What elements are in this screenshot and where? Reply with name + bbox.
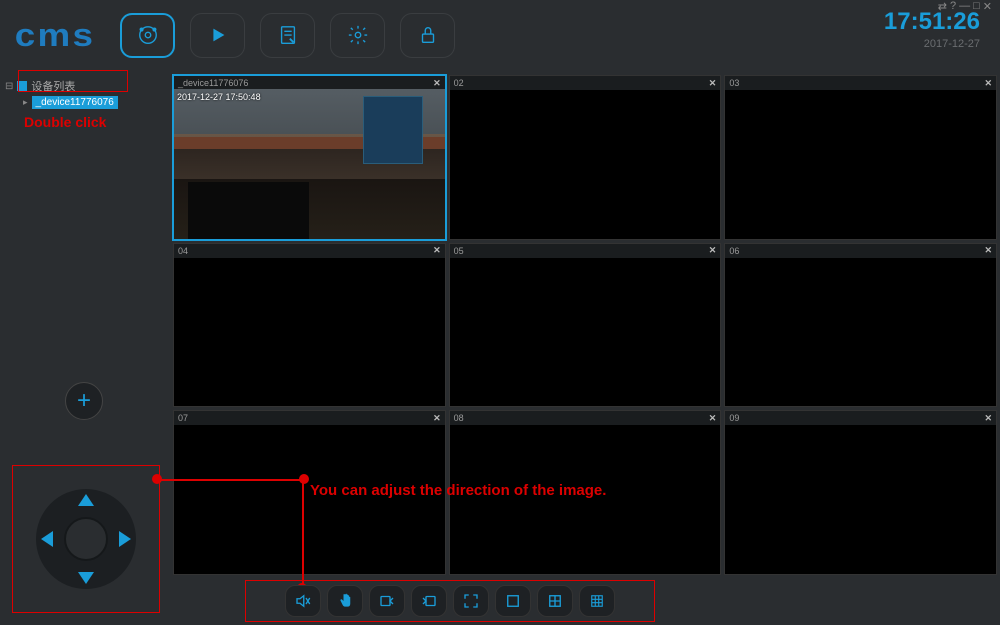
cell-label: 06	[729, 246, 739, 256]
annotation-line	[158, 479, 303, 481]
cell-label: _device11776076	[178, 78, 248, 88]
layout-4-button[interactable]	[537, 585, 573, 617]
fullscreen-button[interactable]	[453, 585, 489, 617]
layout-9-button[interactable]	[579, 585, 615, 617]
ptz-left-button[interactable]	[41, 531, 53, 547]
video-cell-3[interactable]: 03 ✕	[724, 75, 997, 240]
playback-button[interactable]	[190, 13, 245, 58]
hand-button[interactable]	[327, 585, 363, 617]
app-logo: cms	[15, 17, 96, 54]
camera-feed	[174, 89, 445, 239]
cell-label: 02	[454, 78, 464, 88]
ptz-annotation-box	[12, 465, 160, 613]
video-cell-1[interactable]: _device11776076 ✕ 2017-12-27 17:50:48	[173, 75, 446, 240]
cell-label: 03	[729, 78, 739, 88]
layout-1-button[interactable]	[495, 585, 531, 617]
tree-device-item[interactable]: _device11776076	[23, 96, 165, 109]
video-cell-2[interactable]: 02 ✕	[449, 75, 722, 240]
cell-close-icon[interactable]: ✕	[984, 78, 992, 89]
cell-close-icon[interactable]: ✕	[984, 245, 992, 256]
video-cell-5[interactable]: 05 ✕	[449, 243, 722, 408]
close-window-icon[interactable]: ✕	[983, 0, 992, 13]
timestamp-overlay: 2017-12-27 17:50:48	[177, 92, 261, 102]
ptz-center-button[interactable]	[64, 517, 108, 561]
cell-close-icon[interactable]: ✕	[433, 413, 441, 424]
log-button[interactable]	[260, 13, 315, 58]
cell-label: 08	[454, 413, 464, 423]
video-cell-9[interactable]: 09 ✕	[724, 410, 997, 575]
switch-user-icon[interactable]: ⇄	[938, 0, 947, 13]
cell-close-icon[interactable]: ✕	[984, 413, 992, 424]
video-grid: _device11776076✕2017-12-27 17:50:4802✕03…	[173, 75, 997, 575]
cell-close-icon[interactable]: ✕	[433, 245, 441, 256]
settings-button[interactable]	[330, 13, 385, 58]
cell-close-icon[interactable]: ✕	[709, 245, 717, 256]
cell-close-icon[interactable]: ✕	[709, 413, 717, 424]
minimize-icon[interactable]: —	[959, 0, 970, 13]
help-icon[interactable]: ?	[950, 0, 956, 13]
video-cell-6[interactable]: 06 ✕	[724, 243, 997, 408]
cell-close-icon[interactable]: ✕	[433, 78, 441, 89]
annotation-direction: You can adjust the direction of the imag…	[310, 482, 606, 499]
annotation-line2	[302, 480, 304, 587]
device-name-label: _device11776076	[32, 96, 118, 109]
ptz-control	[26, 479, 146, 599]
prev-page-button[interactable]	[369, 585, 405, 617]
cell-label: 04	[178, 246, 188, 256]
annotation-double-click: Double click	[24, 114, 106, 130]
add-device-button[interactable]: +	[65, 382, 103, 420]
clock-date: 2017-12-27	[884, 38, 980, 50]
next-page-button[interactable]	[411, 585, 447, 617]
ptz-down-button[interactable]	[78, 572, 94, 584]
cell-label: 07	[178, 413, 188, 423]
annotation-box	[18, 70, 128, 92]
video-cell-4[interactable]: 04 ✕	[173, 243, 446, 408]
maximize-icon[interactable]: □	[973, 0, 980, 13]
cell-label: 09	[729, 413, 739, 423]
cell-label: 05	[454, 246, 464, 256]
bottom-toolbar-box	[245, 580, 655, 622]
device-tree: 设备列表 _device11776076	[0, 70, 170, 117]
cell-close-icon[interactable]: ✕	[709, 78, 717, 89]
lock-button[interactable]	[400, 13, 455, 58]
mute-button[interactable]	[285, 585, 321, 617]
ptz-right-button[interactable]	[119, 531, 131, 547]
live-view-button[interactable]	[120, 13, 175, 58]
ptz-up-button[interactable]	[78, 494, 94, 506]
